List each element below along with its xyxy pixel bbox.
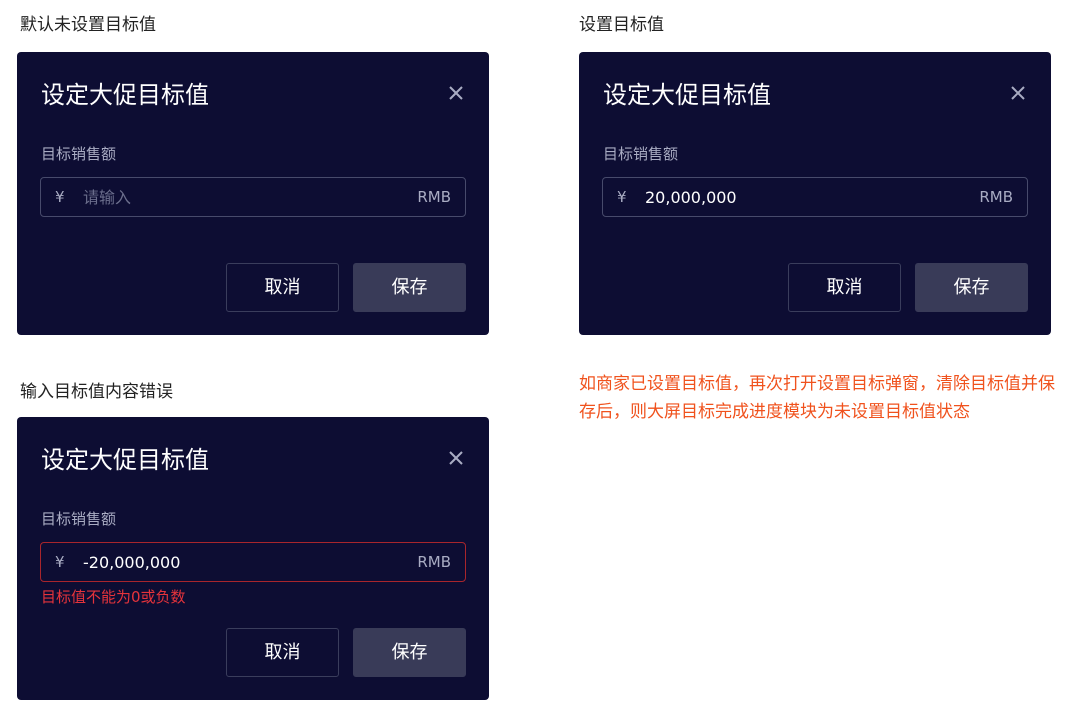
close-icon [449, 86, 463, 100]
unit-label: RMB [417, 188, 451, 206]
error-message: 目标值不能为0或负数 [41, 588, 186, 606]
close-icon [449, 451, 463, 465]
save-button[interactable]: 保存 [353, 628, 466, 677]
field-label-target-sales: 目标销售额 [41, 510, 117, 528]
annotation-note: 如商家已设置目标值，再次打开设置目标弹窗，清除目标值并保存后，则大屏目标完成进度… [579, 374, 1055, 422]
save-button[interactable]: 保存 [915, 263, 1028, 312]
unit-label: RMB [417, 553, 451, 571]
caption-target-set: 设置目标值 [579, 15, 664, 35]
dialog-title: 设定大促目标值 [41, 81, 209, 109]
close-icon [1011, 86, 1025, 100]
target-sales-field[interactable]: ¥ RMB [40, 542, 466, 582]
field-label-target-sales: 目标销售额 [41, 145, 117, 163]
close-button[interactable] [1007, 82, 1029, 104]
cancel-button[interactable]: 取消 [226, 263, 339, 312]
currency-symbol: ¥ [55, 553, 65, 571]
caption-default-unset: 默认未设置目标值 [20, 15, 156, 35]
field-label-target-sales: 目标销售额 [603, 145, 679, 163]
save-button[interactable]: 保存 [353, 263, 466, 312]
cancel-button[interactable]: 取消 [788, 263, 901, 312]
dialog-title: 设定大促目标值 [41, 446, 209, 474]
currency-symbol: ¥ [617, 188, 627, 206]
unit-label: RMB [979, 188, 1013, 206]
close-button[interactable] [445, 447, 467, 469]
cancel-button[interactable]: 取消 [226, 628, 339, 677]
target-sales-input[interactable] [83, 543, 383, 581]
dialog-title: 设定大促目标值 [603, 81, 771, 109]
target-sales-field[interactable]: ¥ RMB [602, 177, 1028, 217]
target-sales-input[interactable] [645, 178, 945, 216]
caption-input-error: 输入目标值内容错误 [20, 382, 173, 402]
target-dialog-set: 设定大促目标值 目标销售额 ¥ RMB 取消 保存 [579, 52, 1051, 335]
target-sales-field[interactable]: ¥ RMB [40, 177, 466, 217]
currency-symbol: ¥ [55, 188, 65, 206]
target-dialog-default: 设定大促目标值 目标销售额 ¥ RMB 取消 保存 [17, 52, 489, 335]
target-sales-input[interactable] [83, 178, 383, 216]
target-dialog-error: 设定大促目标值 目标销售额 ¥ RMB 目标值不能为0或负数 取消 保存 [17, 417, 489, 700]
close-button[interactable] [445, 82, 467, 104]
